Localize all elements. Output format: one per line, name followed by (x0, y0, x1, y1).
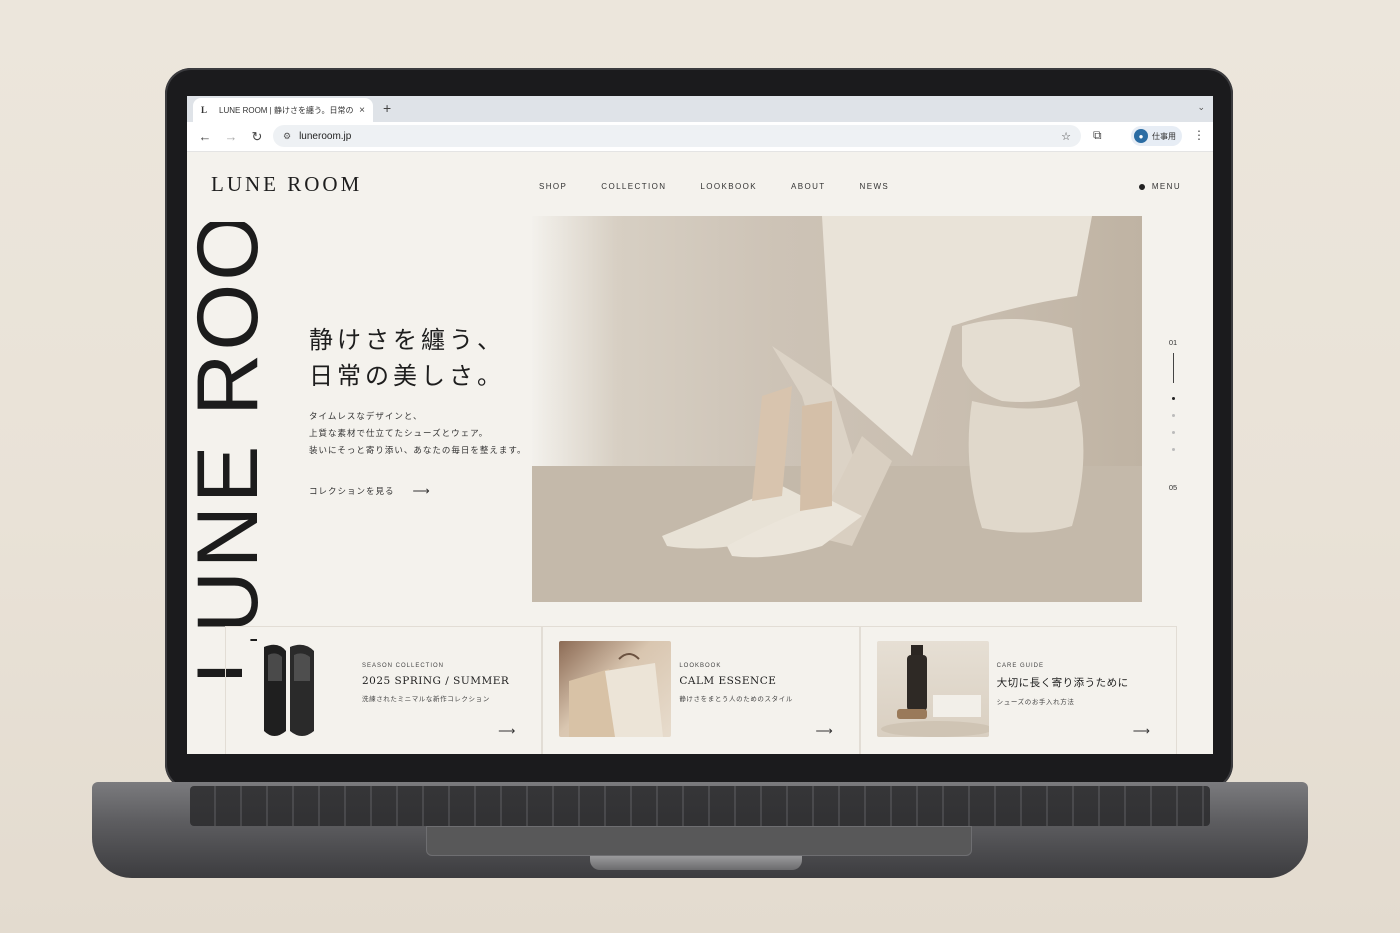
vertical-brand-text: LUNE ROOM (187, 222, 262, 684)
hero-image (532, 216, 1142, 602)
slide-pager: 01 05 (1165, 338, 1181, 492)
pager-dot[interactable] (1171, 397, 1175, 400)
site-logo[interactable]: LUNE ROOM (211, 172, 362, 197)
laptop-notch (590, 856, 802, 870)
hero-photo-illustration (532, 216, 1142, 602)
bookmark-star-icon[interactable]: ☆ (1061, 130, 1071, 143)
card-kicker: LOOKBOOK (679, 663, 722, 669)
nav-lookbook[interactable]: LOOKBOOK (700, 182, 757, 191)
cta-label: コレクションを見る (309, 486, 395, 496)
card-description: 静けさをまとう人のためのスタイル (679, 696, 793, 703)
card-meta: LOOKBOOK CALM ESSENCE 静けさをまとう人のためのスタイル (679, 663, 793, 703)
pager-line (1172, 353, 1174, 383)
care-products-image (880, 645, 993, 737)
tab-bar: L LUNE ROOM | 静けさを纏う。日常の × + ⌄ (187, 96, 1213, 122)
nav-news[interactable]: NEWS (860, 182, 890, 191)
hero-headline: 静けさを纏う、 日常の美しさ。 (309, 322, 505, 394)
menu-label: MENU (1151, 182, 1181, 191)
pager-dot[interactable] (1171, 414, 1175, 417)
extensions-icon[interactable]: ⧉ (1093, 128, 1102, 143)
pager-dot[interactable] (1171, 431, 1175, 434)
view-collection-link[interactable]: コレクションを見る ⟶ (309, 484, 431, 498)
browser-toolbar: ← → ↻ ⚙ luneroom.jp ☆ ⧉ ● 仕事用 ⋮ (187, 122, 1213, 152)
card-title: 2025 SPRING / SUMMER (362, 675, 510, 687)
arrow-right-icon[interactable]: ⟶ (1133, 724, 1150, 738)
pager-dot[interactable] (1171, 448, 1175, 451)
nav-about[interactable]: ABOUT (791, 182, 826, 191)
new-tab-button[interactable]: + (383, 100, 391, 116)
back-icon[interactable]: ← (197, 129, 213, 144)
card-meta: SEASON COLLECTION 2025 SPRING / SUMMER 洗… (362, 663, 509, 703)
loafers-image (264, 644, 314, 736)
card-description: 洗練されたミニマルな新作コレクション (362, 696, 490, 703)
card-lookbook[interactable]: LOOKBOOK CALM ESSENCE 静けさをまとう人のためのスタイル ⟶ (542, 627, 860, 754)
card-thumbnail (559, 641, 672, 737)
vertical-brand-clip: LUNE ROOM (187, 222, 262, 684)
arrow-right-icon[interactable]: ⟶ (815, 724, 832, 738)
tab-search-icon[interactable]: ⌄ (1197, 102, 1205, 113)
profile-name: 仕事用 (1152, 131, 1176, 141)
web-page: LUNE ROOM SHOP COLLECTION LOOKBOOK ABOUT… (187, 152, 1213, 754)
card-season-collection[interactable]: SEASON COLLECTION 2025 SPRING / SUMMER 洗… (225, 627, 543, 754)
forward-icon[interactable]: → (223, 129, 239, 144)
profile-avatar-icon: ● (1134, 129, 1148, 143)
card-kicker: SEASON COLLECTION (362, 663, 445, 669)
hero-lead: タイムレスなデザインと、 上質な素材で仕立てたシューズとウェア。 装いにそっと寄… (309, 408, 526, 459)
card-care-guide[interactable]: CARE GUIDE 大切に長く寄り添うために シューズのお手入れ方法 ⟶ (859, 627, 1177, 754)
browser-menu-icon[interactable]: ⋮ (1193, 128, 1205, 142)
browser-tab[interactable]: L LUNE ROOM | 静けさを纏う。日常の × (193, 98, 373, 122)
card-title: CALM ESSENCE (679, 675, 777, 687)
keyboard (190, 786, 1210, 826)
close-tab-icon[interactable]: × (359, 105, 365, 116)
trackpad (426, 826, 972, 856)
card-title: 大切に長く寄り添うために (996, 677, 1129, 689)
profile-chip[interactable]: ● 仕事用 (1131, 126, 1182, 146)
card-thumbnail (242, 641, 354, 737)
pager-current: 01 (1168, 338, 1178, 347)
lead-line-2: 上質な素材で仕立てたシューズとウェア。 (309, 428, 489, 438)
reload-icon[interactable]: ↻ (249, 129, 265, 145)
card-thumbnail (876, 641, 993, 737)
headline-line-1: 静けさを纏う、 (309, 326, 505, 354)
nav-collection[interactable]: COLLECTION (601, 182, 666, 191)
address-bar[interactable]: ⚙ luneroom.jp ☆ (273, 125, 1081, 147)
lead-line-3: 装いにそっと寄り添い、あなたの毎日を整えます。 (309, 445, 527, 455)
global-nav: SHOP COLLECTION LOOKBOOK ABOUT NEWS (539, 182, 889, 191)
menu-button[interactable]: MENU (1138, 182, 1181, 191)
site-settings-icon[interactable]: ⚙ (283, 131, 291, 142)
headline-line-2: 日常の美しさ。 (309, 362, 505, 390)
browser-window: L LUNE ROOM | 静けさを纏う。日常の × + ⌄ ← → ↻ ⚙ l… (187, 96, 1213, 754)
card-kicker: CARE GUIDE (996, 663, 1044, 669)
favicon-icon: L (201, 105, 208, 115)
pager-total: 05 (1168, 483, 1178, 492)
tab-title: LUNE ROOM | 静けさを纏う。日常の (219, 105, 354, 115)
url-text[interactable]: luneroom.jp (299, 131, 1053, 142)
arrow-right-icon: ⟶ (412, 484, 431, 498)
nav-shop[interactable]: SHOP (539, 182, 567, 191)
feature-cards: SEASON COLLECTION 2025 SPRING / SUMMER 洗… (225, 626, 1177, 754)
garments-image (569, 653, 664, 737)
lead-line-1: タイムレスなデザインと、 (309, 411, 423, 421)
menu-dot-icon (1138, 183, 1145, 190)
arrow-right-icon[interactable]: ⟶ (498, 724, 515, 738)
card-meta: CARE GUIDE 大切に長く寄り添うために シューズのお手入れ方法 (997, 663, 1129, 706)
card-description: シューズのお手入れ方法 (996, 699, 1075, 706)
